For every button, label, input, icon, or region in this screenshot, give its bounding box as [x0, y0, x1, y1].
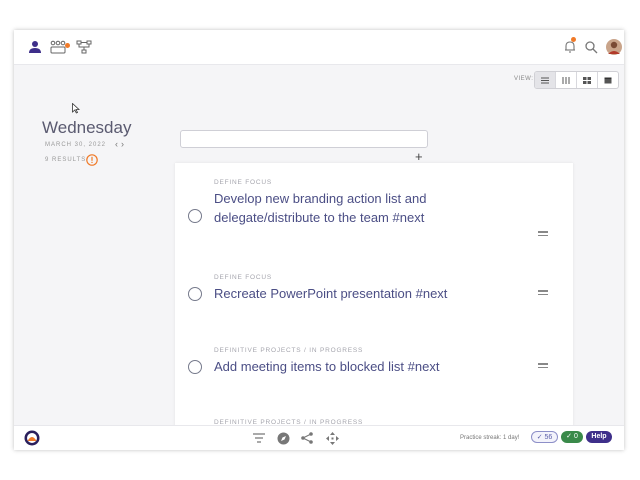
practice-streak: Practice streak: 1 day! [460, 435, 520, 441]
alert-icon[interactable] [86, 153, 98, 171]
task-checkbox[interactable] [188, 209, 202, 223]
filter-icon[interactable] [251, 430, 267, 446]
user-icon[interactable] [26, 38, 44, 56]
date-label: MARCH 30, 2022 [45, 142, 107, 148]
task-item[interactable]: DEFINE FOCUS Recreate PowerPoint present… [175, 274, 573, 314]
task-category: DEFINE FOCUS [214, 179, 272, 186]
task-checkbox[interactable] [188, 360, 202, 374]
view-switcher [534, 71, 619, 89]
avatar[interactable] [605, 38, 623, 56]
drag-handle-icon[interactable] [538, 231, 548, 238]
columns-view-icon [562, 76, 570, 84]
help-button[interactable]: Help [586, 431, 612, 443]
results-count: 9 RESULTS [45, 157, 87, 163]
task-item[interactable]: DEFINITIVE PROJECTS / IN PROGRESS Add me… [175, 347, 573, 387]
list-view-icon [541, 77, 549, 83]
drag-handle-icon[interactable] [538, 363, 548, 370]
date-nav: ‹› [115, 139, 127, 149]
task-input[interactable] [180, 130, 428, 148]
calendar-view-icon [604, 77, 612, 84]
task-list: DEFINE FOCUS Develop new branding action… [175, 163, 573, 450]
mouse-cursor-icon [72, 101, 81, 119]
grid-view-button[interactable] [577, 72, 598, 88]
search-icon[interactable] [582, 38, 600, 56]
drag-handle-icon[interactable] [538, 290, 548, 297]
calendar-view-button[interactable] [598, 72, 618, 88]
check-count-badge[interactable]: ✓ 56 [531, 431, 558, 443]
bell-notification-dot [571, 37, 576, 42]
task-title[interactable]: Develop new branding action list and del… [214, 189, 459, 227]
task-title[interactable]: Recreate PowerPoint presentation #next [214, 284, 459, 303]
bottom-bar: Practice streak: 1 day! ✓ 56 ✓ 0 Help [14, 425, 624, 450]
bell-icon[interactable] [561, 38, 579, 56]
grid-view-icon [583, 76, 591, 84]
move-icon[interactable] [324, 430, 340, 446]
share-icon[interactable] [299, 430, 315, 446]
logo-icon[interactable] [24, 430, 40, 446]
view-label: VIEW: [514, 76, 534, 82]
list-view-button[interactable] [535, 72, 556, 88]
add-task-button[interactable]: + [415, 150, 423, 164]
team-notification-dot [65, 43, 70, 48]
app-window: VIEW: Wednesday MARCH 30, 2022 ‹› 9 RESU… [14, 30, 624, 450]
task-title[interactable]: Add meeting items to blocked list #next [214, 357, 459, 376]
task-category: DEFINITIVE PROJECTS / IN PROGRESS [214, 347, 364, 354]
task-category: DEFINE FOCUS [214, 274, 272, 281]
hierarchy-icon[interactable] [75, 38, 93, 56]
top-bar [14, 30, 624, 65]
task-item[interactable]: DEFINE FOCUS Develop new branding action… [175, 179, 573, 249]
columns-view-button[interactable] [556, 72, 577, 88]
compass-icon[interactable] [275, 430, 291, 446]
day-name: Wednesday [42, 118, 132, 137]
task-checkbox[interactable] [188, 287, 202, 301]
done-count-badge[interactable]: ✓ 0 [561, 431, 583, 443]
next-day-button[interactable]: › [121, 139, 127, 149]
